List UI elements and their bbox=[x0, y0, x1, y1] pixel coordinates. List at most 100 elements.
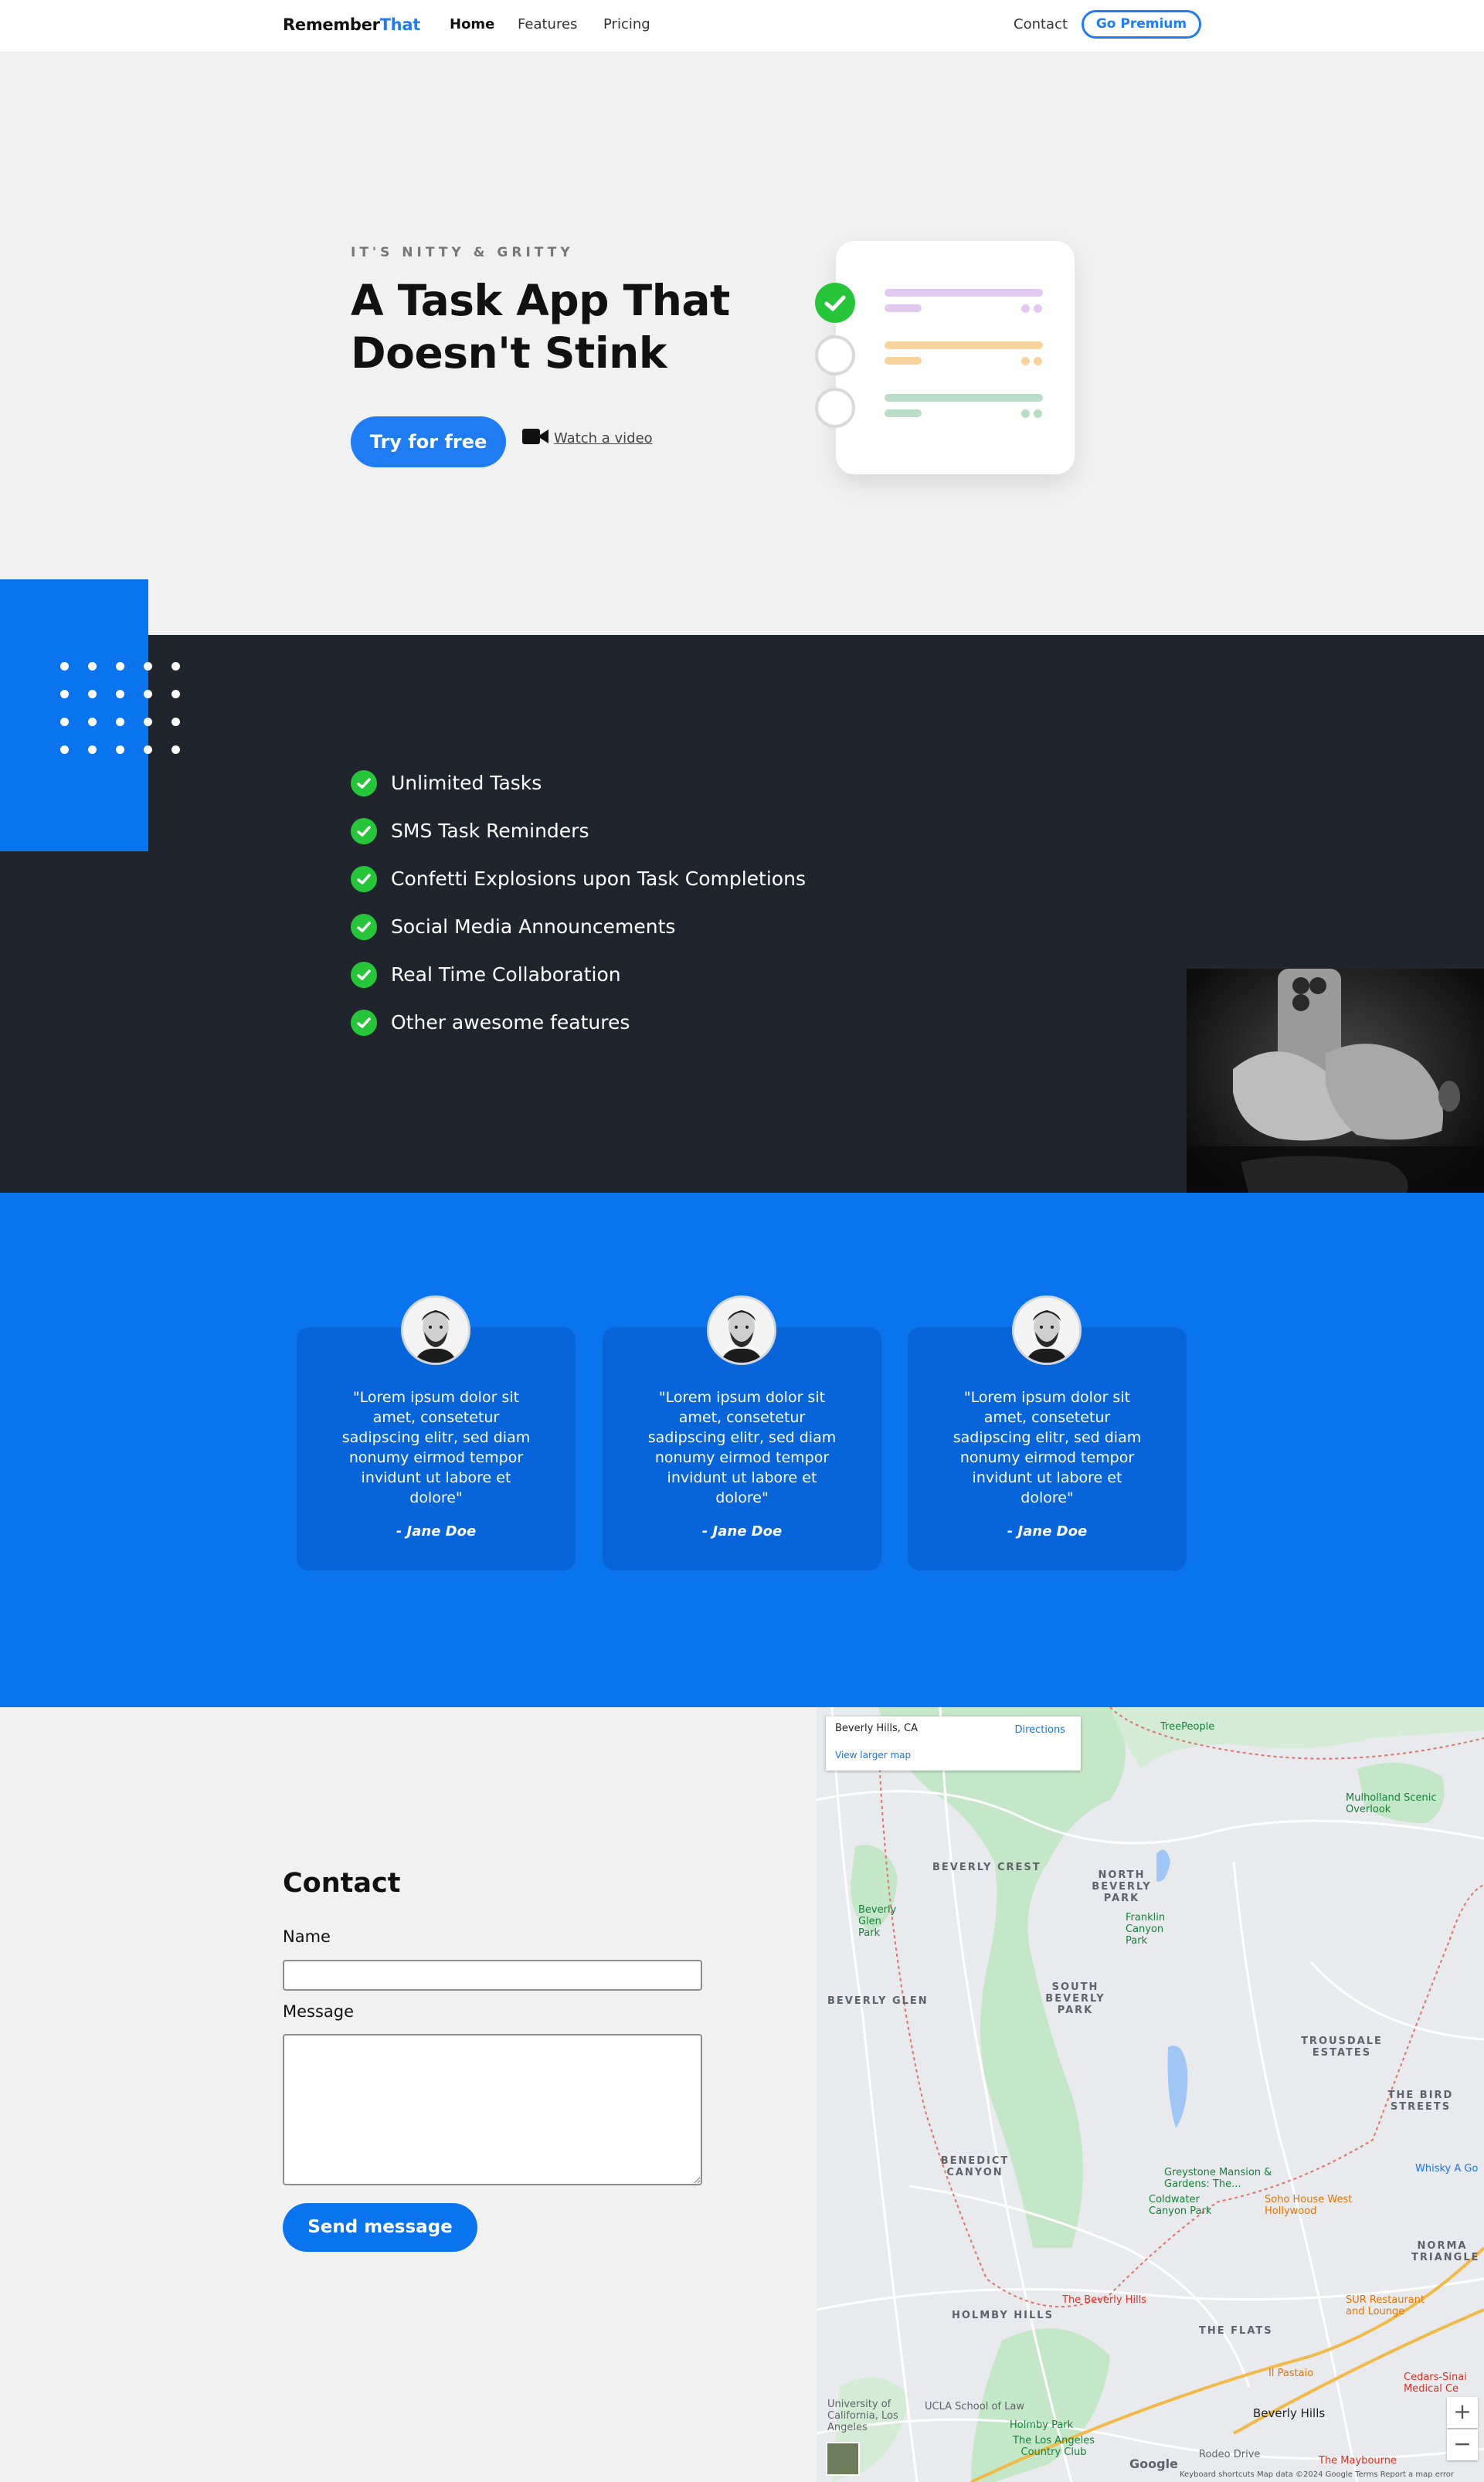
google-logo: Google bbox=[1129, 2457, 1178, 2471]
decorative-dot bbox=[144, 718, 152, 726]
decorative-dot bbox=[144, 745, 152, 754]
testimonial-author: - Jane Doe bbox=[396, 1523, 477, 1540]
check-circle-icon bbox=[351, 914, 377, 940]
map-poi[interactable]: Cedars-Sinai Medical Ce bbox=[1404, 2372, 1481, 2395]
contact-title: Contact bbox=[283, 1868, 401, 1899]
top-navbar: RememberThat Home Features Pricing Conta… bbox=[0, 0, 1484, 53]
map-poi[interactable]: Greystone Mansion & Gardens: The... bbox=[1164, 2167, 1272, 2190]
map-poi[interactable]: The Beverly Hills bbox=[1062, 2294, 1146, 2306]
nav-features[interactable]: Features bbox=[518, 16, 577, 32]
map-poi[interactable]: Beverly Glen Park bbox=[858, 1904, 905, 1939]
task-dot bbox=[1021, 357, 1030, 365]
testimonial-quote: "Lorem ipsum dolor sit amet, consetetur … bbox=[953, 1389, 1142, 1506]
map-zoom-out-button[interactable]: − bbox=[1447, 2429, 1478, 2460]
decorative-dot bbox=[171, 662, 180, 671]
task-unchecked-circle-icon bbox=[815, 335, 855, 375]
task-checked-circle-icon bbox=[815, 283, 855, 323]
decorative-blue-block bbox=[0, 579, 148, 851]
decorative-dot bbox=[144, 662, 152, 671]
map-poi[interactable]: Beverly Hills bbox=[1253, 2406, 1325, 2420]
map-poi[interactable]: Whisky A Go bbox=[1415, 2163, 1478, 2175]
task-dot bbox=[1034, 409, 1042, 418]
message-label: Message bbox=[283, 2002, 355, 2021]
brand-logo[interactable]: RememberThat bbox=[283, 15, 420, 34]
map-poi[interactable]: Rodeo Drive bbox=[1199, 2449, 1260, 2460]
map-poi[interactable]: SUR Restaurant and Lounge bbox=[1346, 2294, 1431, 2317]
map-poi[interactable]: University of California, Los Angeles bbox=[827, 2399, 912, 2433]
decorative-dot bbox=[116, 690, 124, 698]
map-area-label: THE BIRD STREETS bbox=[1387, 2090, 1454, 2113]
map-area-label: BEVERLY CREST bbox=[932, 1862, 1041, 1873]
map-area-label: NORMA TRIANGLE bbox=[1411, 2240, 1480, 2263]
avatar bbox=[1012, 1295, 1082, 1365]
decorative-dot bbox=[116, 662, 124, 671]
decorative-dot bbox=[60, 662, 69, 671]
check-circle-icon bbox=[351, 818, 377, 844]
map-poi[interactable]: The Los Angeles Country Club bbox=[1003, 2435, 1104, 2458]
video-camera-icon[interactable] bbox=[522, 427, 548, 446]
task-dot bbox=[1021, 304, 1030, 313]
map-satellite-toggle[interactable] bbox=[826, 2442, 860, 2476]
task-line-bar bbox=[885, 357, 922, 365]
nav-contact[interactable]: Contact bbox=[1014, 16, 1068, 32]
send-message-button[interactable]: Send message bbox=[283, 2203, 477, 2252]
map-directions-link[interactable]: Directions bbox=[1014, 1724, 1065, 1736]
map-area-label: HOLMBY HILLS bbox=[952, 2310, 1054, 2321]
map-view-larger-link[interactable]: View larger map bbox=[835, 1750, 911, 1760]
nav-pricing[interactable]: Pricing bbox=[603, 16, 650, 32]
name-input[interactable] bbox=[283, 1960, 702, 1991]
map-poi[interactable]: Il Pastaio bbox=[1268, 2368, 1313, 2379]
map-area-label: TROUSDALE ESTATES bbox=[1301, 2036, 1383, 2059]
task-dot bbox=[1034, 357, 1042, 365]
name-label: Name bbox=[283, 1927, 331, 1946]
decorative-dot bbox=[60, 718, 69, 726]
map-poi[interactable]: TreePeople bbox=[1160, 1721, 1214, 1733]
hero-title: A Task App That Doesn't Stink bbox=[351, 276, 730, 378]
feature-label: SMS Task Reminders bbox=[391, 820, 589, 842]
decorative-dot bbox=[144, 690, 152, 698]
watch-video-link[interactable]: Watch a video bbox=[554, 430, 653, 446]
map-attribution[interactable]: Keyboard shortcuts Map data ©2024 Google… bbox=[1180, 2470, 1454, 2479]
avatar bbox=[707, 1295, 776, 1365]
decorative-dot bbox=[88, 690, 97, 698]
map-poi[interactable]: Coldwater Canyon Park bbox=[1149, 2194, 1218, 2217]
message-textarea[interactable] bbox=[283, 2034, 702, 2185]
task-line-bar bbox=[885, 289, 1043, 297]
task-line-bar bbox=[885, 304, 922, 312]
decorative-dot bbox=[88, 718, 97, 726]
google-map-embed[interactable]: Beverly Hills, CA Directions View larger… bbox=[817, 1707, 1484, 2482]
task-unchecked-circle-icon bbox=[815, 388, 855, 428]
testimonial-quote: "Lorem ipsum dolor sit amet, consetetur … bbox=[647, 1389, 837, 1506]
feature-label: Unlimited Tasks bbox=[391, 772, 542, 794]
map-area-label: NORTH BEVERLY PARK bbox=[1092, 1869, 1152, 1904]
decorative-dot bbox=[60, 690, 69, 698]
decorative-dot bbox=[60, 745, 69, 754]
map-poi[interactable]: UCLA School of Law bbox=[925, 2401, 1024, 2412]
map-poi[interactable]: The Maybourne bbox=[1319, 2455, 1397, 2467]
task-line-bar bbox=[885, 341, 1043, 349]
map-poi[interactable]: Holmby Park bbox=[1010, 2419, 1073, 2431]
decorative-dot bbox=[171, 745, 180, 754]
check-circle-icon bbox=[351, 1010, 377, 1036]
feature-label: Real Time Collaboration bbox=[391, 963, 621, 986]
go-premium-button[interactable]: Go Premium bbox=[1082, 10, 1201, 39]
decorative-dot bbox=[171, 690, 180, 698]
map-poi[interactable]: Soho House West Hollywood bbox=[1265, 2194, 1357, 2217]
map-poi[interactable]: Mulholland Scenic Overlook bbox=[1346, 1792, 1438, 1815]
map-place-name: Beverly Hills, CA bbox=[835, 1723, 919, 1734]
hero-eyebrow: IT'S NITTY & GRITTY bbox=[351, 245, 574, 260]
task-dot bbox=[1021, 409, 1030, 418]
testimonial-author: - Jane Doe bbox=[701, 1523, 783, 1540]
feature-label: Social Media Announcements bbox=[391, 915, 676, 938]
check-circle-icon bbox=[351, 770, 377, 796]
try-for-free-button[interactable]: Try for free bbox=[351, 416, 506, 467]
testimonial-author: - Jane Doe bbox=[1007, 1523, 1088, 1540]
feature-label: Other awesome features bbox=[391, 1011, 630, 1034]
map-info-window: Beverly Hills, CA Directions View larger… bbox=[826, 1716, 1081, 1771]
testimonial-quote: "Lorem ipsum dolor sit amet, consetetur … bbox=[341, 1389, 531, 1506]
map-zoom-in-button[interactable]: + bbox=[1447, 2397, 1478, 2428]
decorative-dot bbox=[88, 745, 97, 754]
map-poi[interactable]: Franklin Canyon Park bbox=[1126, 1912, 1187, 1947]
nav-home[interactable]: Home bbox=[450, 16, 494, 32]
check-circle-icon bbox=[351, 962, 377, 988]
